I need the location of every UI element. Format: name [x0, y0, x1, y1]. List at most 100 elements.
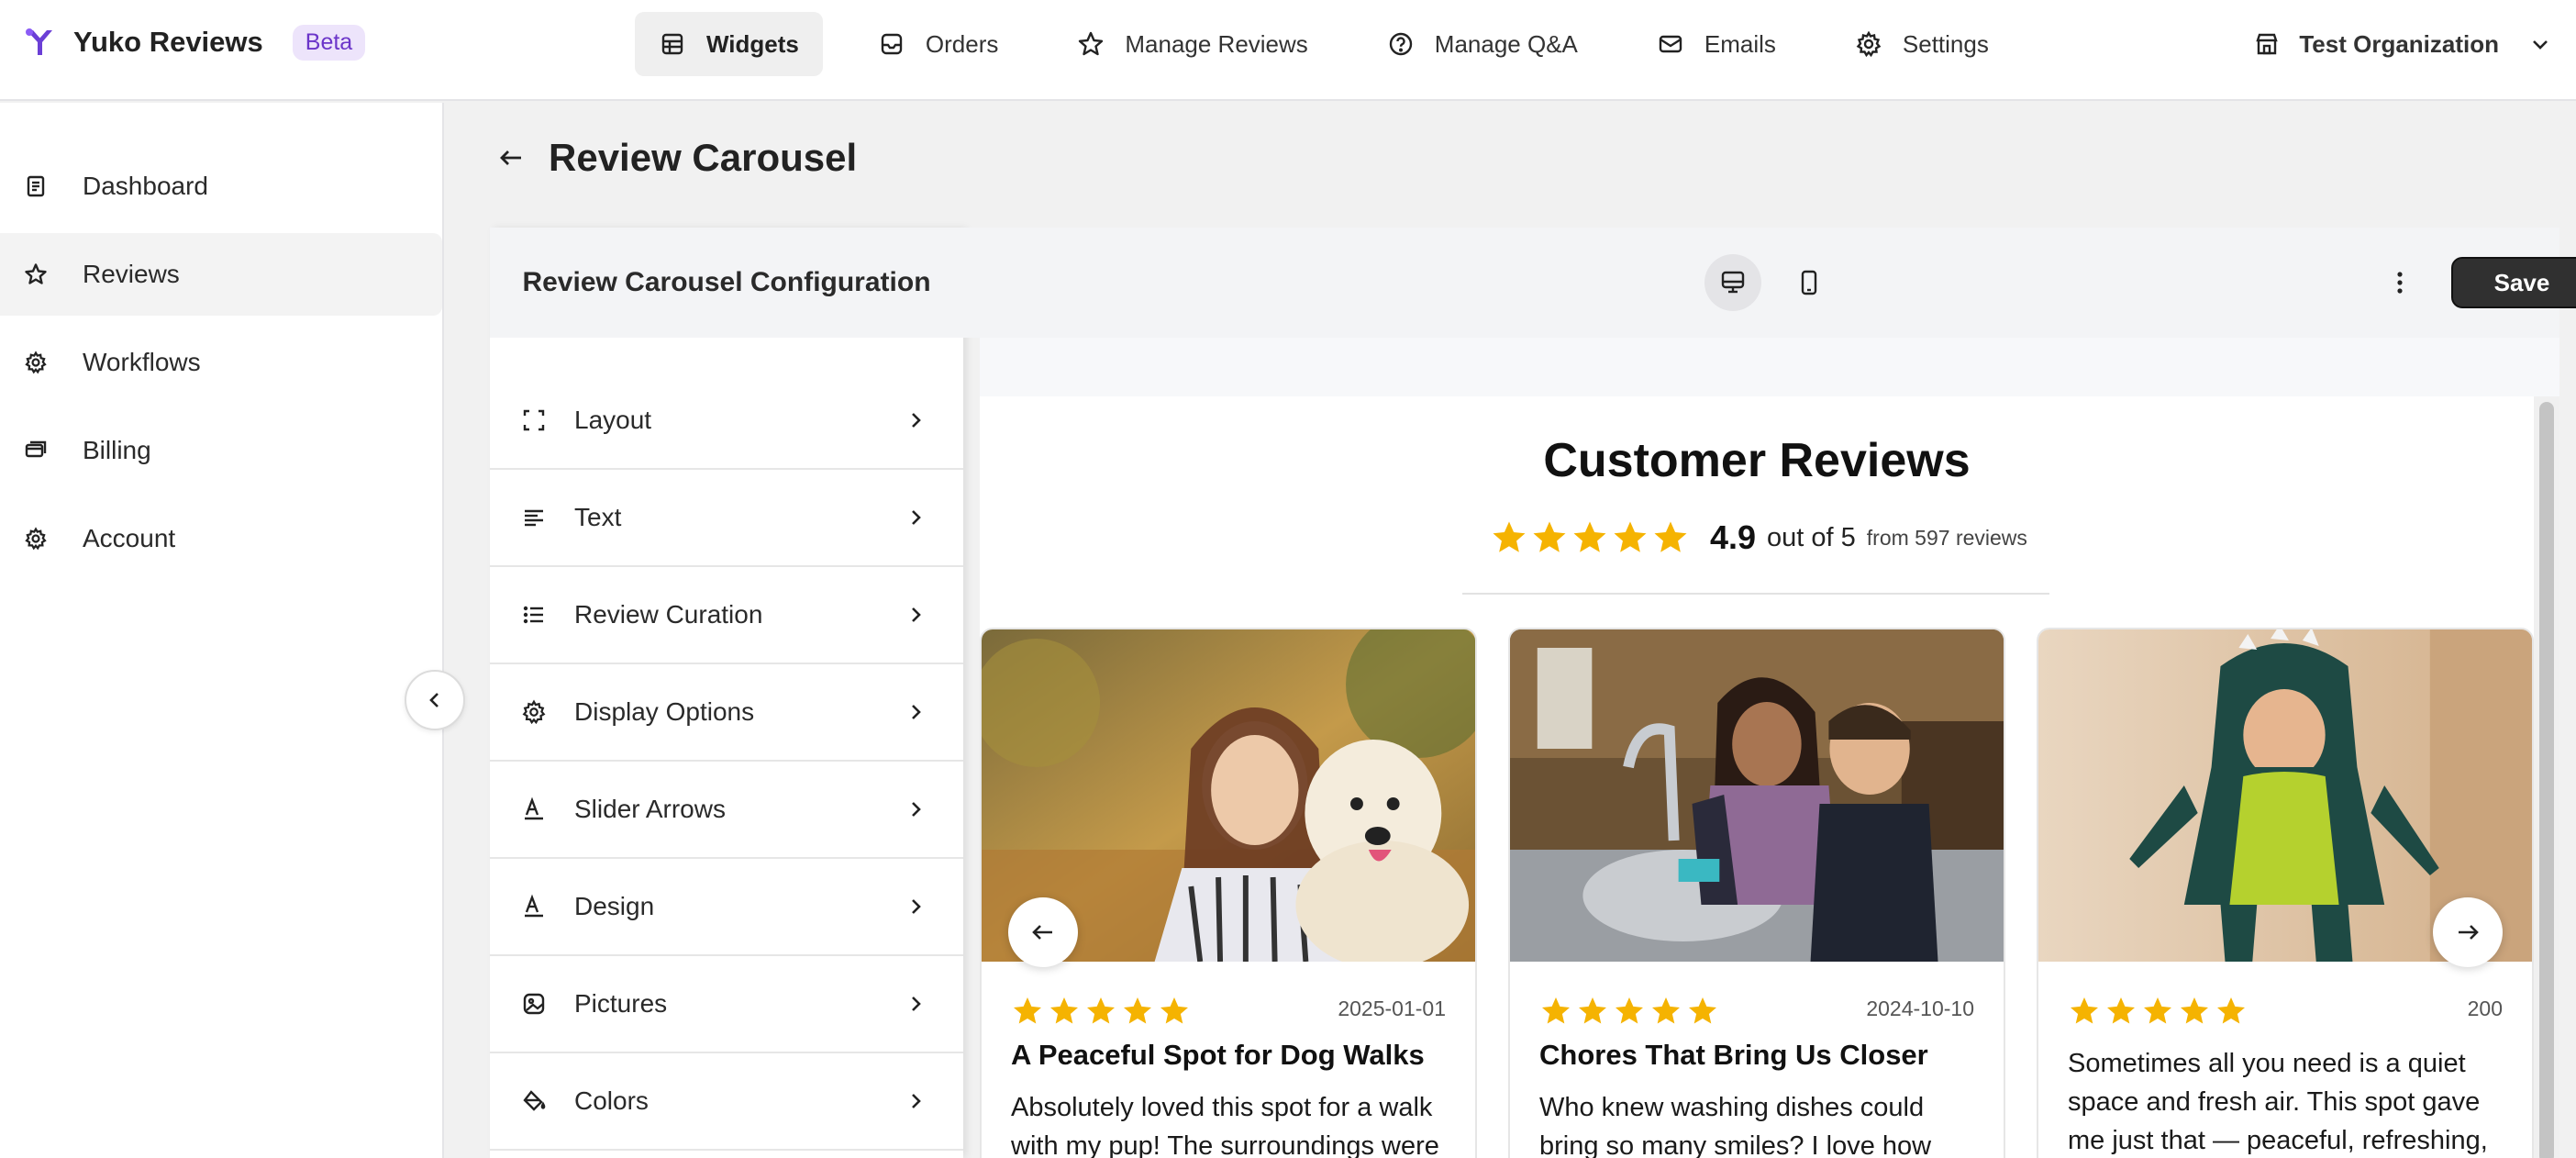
review-stars [2068, 995, 2251, 1028]
star-filled-icon [1616, 997, 1643, 1024]
carousel-prev-button[interactable] [1008, 897, 1078, 967]
page-title: Review Carousel [549, 136, 858, 179]
mail-icon [1659, 35, 1682, 53]
nav-orders-label: Orders [925, 29, 999, 58]
review-title: A Peaceful Spot for Dog Walks [1011, 1039, 1425, 1071]
widget-title: Customer Reviews [1543, 434, 1971, 487]
preview-scrollbar[interactable] [2534, 396, 2559, 1158]
star-filled-icon [1533, 521, 1566, 552]
nav-orders[interactable]: Orders [854, 12, 1022, 76]
review-date: 200 [2467, 997, 2503, 1020]
review-title: Chores That Bring Us Closer [1539, 1039, 1928, 1071]
yuko-logo-icon [26, 28, 52, 55]
beta-badge: Beta [292, 24, 366, 61]
review-stars [1539, 995, 1723, 1028]
desktop-view-button[interactable] [1704, 254, 1761, 311]
brand[interactable]: Yuko Reviews Beta [24, 0, 366, 84]
chevron-right-icon [912, 705, 921, 719]
config-item-display-options[interactable]: Display Options [490, 664, 963, 762]
chevron-right-icon [912, 510, 921, 525]
config-item-text[interactable]: Text [490, 470, 963, 567]
config-list: Layout Text Review Curation Display Opti… [490, 373, 963, 1151]
app-name: Yuko Reviews [73, 26, 263, 58]
nav-manage-reviews[interactable]: Manage Reviews [1053, 12, 1331, 76]
rating-count: from 597 reviews [1866, 525, 2027, 550]
preview-strip [980, 338, 2559, 396]
star-filled-icon [1542, 997, 1570, 1024]
billing-icon [25, 440, 47, 458]
dashboard-icon [27, 175, 45, 197]
back-arrow-icon[interactable] [495, 142, 527, 173]
chevron-right-icon [912, 997, 921, 1011]
config-item-label: Slider Arrows [574, 795, 726, 823]
chevron-right-icon [912, 1094, 921, 1108]
sidebar-item-workflows[interactable]: Workflows [0, 321, 442, 404]
nav-manage-qa[interactable]: Manage Q&A [1363, 12, 1602, 76]
review-date: 2025-01-01 [1338, 997, 1446, 1020]
nav-emails-label: Emails [1704, 29, 1776, 58]
gear-icon [25, 351, 47, 374]
font-icon [525, 796, 543, 820]
top-nav: Widgets Orders Manage Reviews Manage Q&A… [635, 12, 2044, 76]
config-title: Review Carousel Configuration [490, 228, 963, 338]
review-body: Absolutely loved this spot for a walk wi… [1011, 1093, 1439, 1158]
chevron-right-icon [912, 413, 921, 428]
preview-toolbar: Save [963, 228, 2576, 338]
nav-widgets-label: Widgets [706, 29, 799, 58]
arrow-left-icon [1032, 925, 1052, 940]
review-date: 2024-10-10 [1866, 997, 1974, 1020]
sidebar-item-account[interactable]: Account [0, 497, 442, 580]
sidebar-item-billing[interactable]: Billing [0, 409, 442, 492]
config-item-design[interactable]: Design [490, 859, 963, 956]
config-item-review-curation[interactable]: Review Curation [490, 567, 963, 664]
mobile-view-button[interactable] [1781, 254, 1838, 311]
layout-icon [523, 409, 545, 431]
review-card[interactable]: 2024-10-10 Chores That Bring Us Closer W… [1508, 628, 2005, 1158]
config-item-slider-arrows[interactable]: Slider Arrows [490, 762, 963, 859]
nav-widgets[interactable]: Widgets [635, 12, 823, 76]
carousel-next-button[interactable] [2433, 897, 2503, 967]
star-filled-icon [2217, 997, 2245, 1024]
org-switcher[interactable]: Test Organization [2253, 12, 2552, 76]
chevron-down-icon [2533, 40, 2548, 50]
config-item-label: Design [574, 892, 655, 920]
star-filled-icon [1573, 521, 1606, 552]
image-icon [523, 993, 545, 1015]
config-item-layout[interactable]: Layout [490, 373, 963, 470]
review-card[interactable]: 200 Sometimes all you need is a quiet sp… [2037, 628, 2534, 1158]
store-icon [2256, 33, 2279, 55]
save-button[interactable]: Save [2451, 257, 2576, 308]
chevron-left-icon [429, 693, 439, 707]
nav-manage-reviews-label: Manage Reviews [1125, 29, 1308, 58]
star-filled-icon [2071, 997, 2098, 1024]
star-filled-icon [1654, 521, 1687, 552]
scrollbar-thumb[interactable] [2539, 402, 2554, 1158]
nav-emails[interactable]: Emails [1633, 12, 1800, 76]
rating-value: 4.9 [1710, 518, 1757, 556]
sidebar-item-reviews[interactable]: Reviews [0, 233, 442, 316]
sidebar-item-label: Workflows [83, 348, 201, 376]
sidebar-item-dashboard[interactable]: Dashboard [0, 145, 442, 228]
nav-settings[interactable]: Settings [1831, 12, 2013, 76]
config-item-label: Text [574, 503, 622, 531]
star-filled-icon [1614, 521, 1647, 552]
star-filled-icon [1493, 521, 1526, 552]
star-icon [1079, 31, 1104, 56]
top-bar: Yuko Reviews Beta Widgets Orders Manage … [0, 0, 2576, 101]
sidebar-item-label: Billing [83, 436, 151, 464]
review-card[interactable]: 2025-01-01 A Peaceful Spot for Dog Walks… [980, 628, 1477, 1158]
config-item-pictures[interactable]: Pictures [490, 956, 963, 1053]
rating-summary: 4.9 out of 5 from 597 reviews [1490, 510, 2027, 565]
star-filled-icon [1689, 997, 1716, 1024]
config-item-colors[interactable]: Colors [490, 1053, 963, 1151]
more-options-button[interactable] [2372, 255, 2427, 310]
review-stars [1011, 995, 1194, 1028]
sidebar-collapse-button[interactable] [405, 670, 465, 730]
divider [1462, 593, 2049, 595]
rating-out-of: out of 5 [1767, 522, 1856, 552]
sidebar-item-label: Reviews [83, 260, 180, 288]
more-vertical-icon [2397, 272, 2403, 294]
gear-icon [1856, 30, 1882, 58]
widget-preview: Customer Reviews 4.9 out of 5 from 597 r… [980, 396, 2534, 1158]
star-icon [25, 263, 47, 284]
